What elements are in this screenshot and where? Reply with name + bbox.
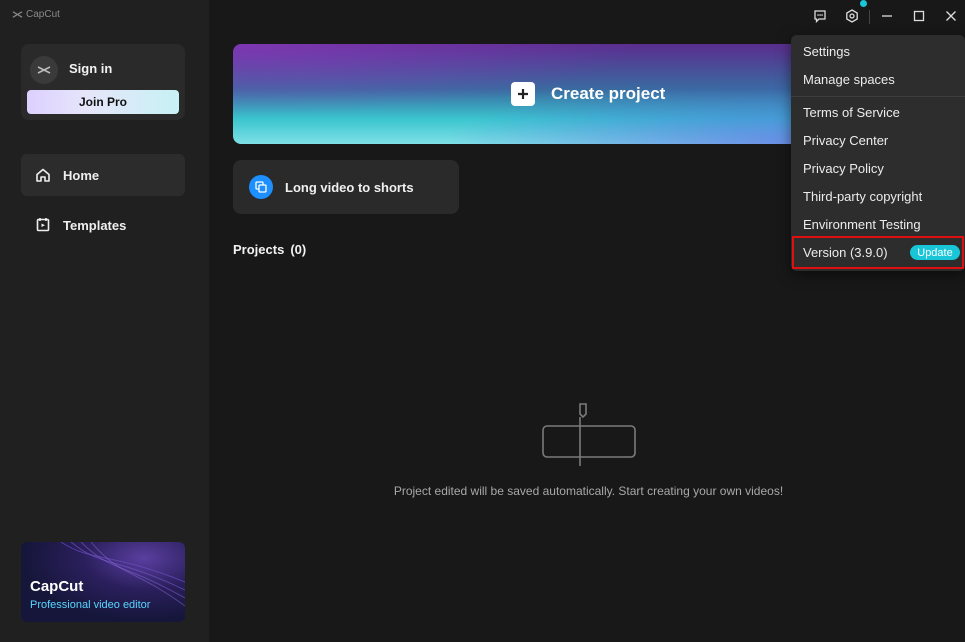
settings-button[interactable] xyxy=(843,7,861,25)
nav-item-templates[interactable]: Templates xyxy=(21,204,185,246)
feedback-icon xyxy=(814,10,826,23)
account-card: Sign in Join Pro xyxy=(21,44,185,120)
long-video-to-shorts-button[interactable]: Long video to shorts xyxy=(233,160,459,214)
update-button[interactable]: Update xyxy=(910,245,960,260)
projects-label: Projects xyxy=(233,242,285,257)
menu-divider xyxy=(791,96,965,97)
settings-icon xyxy=(846,9,858,23)
projects-count: (0) xyxy=(290,242,307,257)
app-logo-text: CapCut xyxy=(26,9,60,20)
sign-in-link[interactable]: Sign in xyxy=(69,61,112,76)
menu-item-terms-of-service[interactable]: Terms of Service xyxy=(803,105,900,120)
nav-item-label: Templates xyxy=(63,217,127,233)
nav-item-label: Home xyxy=(63,167,100,183)
templates-icon xyxy=(36,218,50,232)
create-project-button[interactable]: Create project xyxy=(511,82,665,106)
minimize-button[interactable] xyxy=(878,7,896,25)
minimize-icon xyxy=(882,15,892,17)
notification-dot xyxy=(860,0,867,7)
menu-item-third-party-copyright[interactable]: Third-party copyright xyxy=(803,189,922,204)
projects-heading: Projects (0) xyxy=(233,242,306,257)
home-icon xyxy=(36,168,50,182)
empty-project-icon xyxy=(542,403,636,466)
app-logo: CapCut xyxy=(12,9,60,20)
avatar[interactable] xyxy=(30,56,58,84)
close-icon xyxy=(946,11,956,21)
empty-state-message: Project edited will be saved automatical… xyxy=(393,484,784,498)
promo-banner[interactable]: CapCut Professional video editor xyxy=(21,542,185,622)
plus-icon xyxy=(511,82,535,106)
menu-item-privacy-policy[interactable]: Privacy Policy xyxy=(803,161,884,176)
capcut-avatar-icon xyxy=(37,66,51,74)
menu-item-settings[interactable]: Settings xyxy=(803,44,850,59)
create-project-label: Create project xyxy=(551,84,666,103)
maximize-button[interactable] xyxy=(910,7,928,25)
feedback-button[interactable] xyxy=(811,7,829,25)
titlebar-divider xyxy=(869,10,870,24)
promo-subtitle: Professional video editor xyxy=(30,599,151,611)
promo-title: CapCut xyxy=(30,578,84,595)
sidebar: CapCut Sign in Join Pro Home Templates C… xyxy=(0,0,209,642)
menu-item-environment-testing[interactable]: Environment Testing xyxy=(803,217,921,232)
join-pro-button[interactable]: Join Pro xyxy=(27,90,179,114)
shorts-icon xyxy=(249,175,273,199)
capcut-logo-icon xyxy=(12,11,23,18)
menu-item-manage-spaces[interactable]: Manage spaces xyxy=(803,72,895,87)
nav-item-home[interactable]: Home xyxy=(21,154,185,196)
create-project-banner[interactable]: Create project xyxy=(233,44,813,144)
shorts-label: Long video to shorts xyxy=(285,179,414,195)
maximize-icon xyxy=(913,10,925,22)
close-button[interactable] xyxy=(942,7,960,25)
menu-item-privacy-center[interactable]: Privacy Center xyxy=(803,133,888,148)
